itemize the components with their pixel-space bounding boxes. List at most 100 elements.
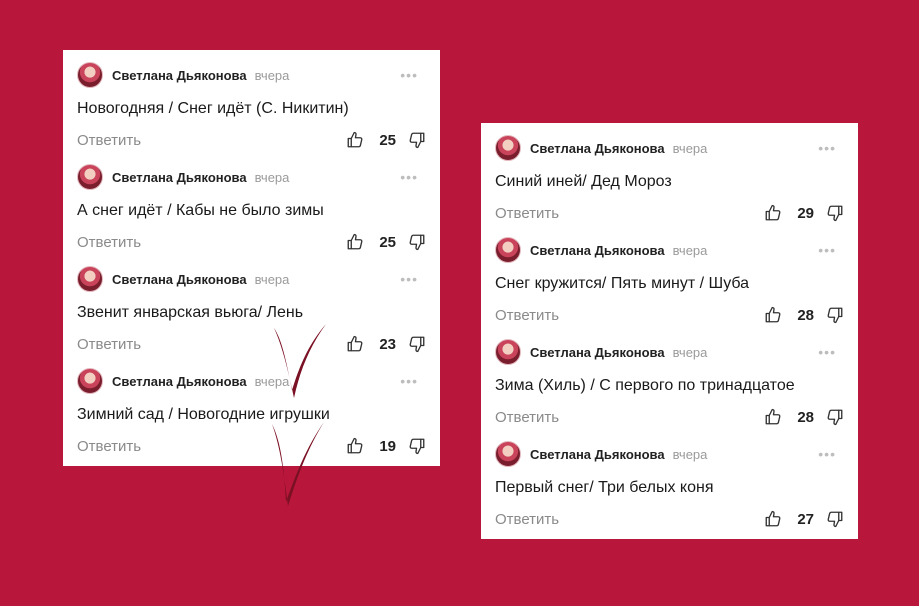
vote-controls: 28: [764, 408, 844, 426]
comment-footer: Ответить 23: [77, 332, 426, 356]
avatar[interactable]: [77, 266, 103, 292]
comment-footer: Ответить 28: [495, 405, 844, 429]
thumbs-down-icon[interactable]: [408, 335, 426, 353]
vote-controls: 28: [764, 306, 844, 324]
comment-author[interactable]: Светлана Дьяконова: [530, 141, 665, 156]
comment-author[interactable]: Светлана Дьяконова: [112, 374, 247, 389]
thumbs-up-icon[interactable]: [346, 437, 364, 455]
comment-time: вчера: [672, 344, 708, 360]
comment-time: вчера: [254, 169, 290, 185]
thumbs-up-icon[interactable]: [764, 510, 782, 528]
comment-time: вчера: [254, 373, 290, 389]
thumbs-up-icon[interactable]: [764, 408, 782, 426]
thumbs-down-icon[interactable]: [408, 131, 426, 149]
comment-item: Светлана Дьяконова вчера ••• Зимний сад / Н…: [77, 366, 426, 468]
comment-item: Светлана Дьяконова вчера ••• Снег кружится/…: [495, 235, 844, 337]
comment-text: Звенит январская вьюга/ Лень: [77, 304, 304, 321]
comment-header: Светлана Дьяконова вчера •••: [495, 337, 844, 367]
more-icon[interactable]: •••: [400, 271, 418, 287]
comment-footer: Ответить 29: [495, 201, 844, 225]
comment-text: Зимний сад / Новогодние игрушки: [77, 406, 330, 423]
comment-footer: Ответить 25: [77, 128, 426, 152]
more-icon[interactable]: •••: [400, 373, 418, 389]
comment-author[interactable]: Светлана Дьяконова: [530, 447, 665, 462]
avatar[interactable]: [495, 237, 521, 263]
vote-controls: 27: [764, 510, 844, 528]
comment-header: Светлана Дьяконова вчера •••: [77, 366, 426, 396]
more-icon[interactable]: •••: [400, 169, 418, 185]
vote-controls: 23: [346, 335, 426, 353]
thumbs-down-icon[interactable]: [826, 204, 844, 222]
thumbs-down-icon[interactable]: [826, 306, 844, 324]
vote-controls: 29: [764, 204, 844, 222]
comments-panel-left: Светлана Дьяконова вчера ••• Новогодняя / С…: [63, 50, 440, 466]
more-icon[interactable]: •••: [400, 67, 418, 83]
more-icon[interactable]: •••: [818, 446, 836, 462]
reply-button[interactable]: Ответить: [495, 205, 559, 222]
comment-footer: Ответить 27: [495, 507, 844, 531]
avatar[interactable]: [495, 441, 521, 467]
reply-button[interactable]: Ответить: [77, 234, 141, 251]
like-count: 29: [797, 204, 814, 222]
like-count: 23: [379, 335, 396, 353]
comment-item: Светлана Дьяконова вчера ••• Звенит январск…: [77, 264, 426, 366]
comment-text: Первый снег/ Три белых коня: [495, 479, 714, 496]
avatar[interactable]: [77, 62, 103, 88]
comment-text: Синий иней/ Дед Мороз: [495, 173, 672, 190]
more-icon[interactable]: •••: [818, 242, 836, 258]
like-count: 25: [379, 233, 396, 251]
thumbs-down-icon[interactable]: [408, 233, 426, 251]
comment-time: вчера: [254, 271, 290, 287]
comment-item: Светлана Дьяконова вчера ••• Синий иней/ Де…: [495, 133, 844, 235]
thumbs-up-icon[interactable]: [764, 306, 782, 324]
reply-button[interactable]: Ответить: [495, 511, 559, 528]
vote-controls: 19: [346, 437, 426, 455]
comment-header: Светлана Дьяконова вчера •••: [77, 162, 426, 192]
avatar[interactable]: [495, 339, 521, 365]
comment-item: Светлана Дьяконова вчера ••• Первый снег/ Т…: [495, 439, 844, 541]
comment-footer: Ответить 28: [495, 303, 844, 327]
reply-button[interactable]: Ответить: [495, 409, 559, 426]
comment-header: Светлана Дьяконова вчера •••: [77, 60, 426, 90]
like-count: 19: [379, 437, 396, 455]
thumbs-down-icon[interactable]: [826, 408, 844, 426]
comment-footer: Ответить 19: [77, 434, 426, 458]
like-count: 28: [797, 306, 814, 324]
thumbs-down-icon[interactable]: [408, 437, 426, 455]
thumbs-up-icon[interactable]: [764, 204, 782, 222]
comment-header: Светлана Дьяконова вчера •••: [495, 133, 844, 163]
like-count: 27: [797, 510, 814, 528]
comment-time: вчера: [254, 67, 290, 83]
more-icon[interactable]: •••: [818, 140, 836, 156]
comment-text: А снег идёт / Кабы не было зимы: [77, 202, 324, 219]
comment-time: вчера: [672, 242, 708, 258]
more-icon[interactable]: •••: [818, 344, 836, 360]
like-count: 25: [379, 131, 396, 149]
comment-author[interactable]: Светлана Дьяконова: [112, 272, 247, 287]
thumbs-up-icon[interactable]: [346, 233, 364, 251]
reply-button[interactable]: Ответить: [77, 336, 141, 353]
comment-header: Светлана Дьяконова вчера •••: [495, 235, 844, 265]
thumbs-down-icon[interactable]: [826, 510, 844, 528]
reply-button[interactable]: Ответить: [495, 307, 559, 324]
comment-item: Светлана Дьяконова вчера ••• Новогодняя / С…: [77, 60, 426, 162]
comment-text: Снег кружится/ Пять минут / Шуба: [495, 275, 750, 292]
comment-author[interactable]: Светлана Дьяконова: [530, 345, 665, 360]
avatar[interactable]: [77, 368, 103, 394]
comment-text: Зима (Хиль) / С первого по тринадцатое: [495, 377, 795, 394]
reply-button[interactable]: Ответить: [77, 132, 141, 149]
comment-header: Светлана Дьяконова вчера •••: [77, 264, 426, 294]
reply-button[interactable]: Ответить: [77, 438, 141, 455]
comment-header: Светлана Дьяконова вчера •••: [495, 439, 844, 469]
vote-controls: 25: [346, 131, 426, 149]
thumbs-up-icon[interactable]: [346, 131, 364, 149]
comment-author[interactable]: Светлана Дьяконова: [530, 243, 665, 258]
thumbs-up-icon[interactable]: [346, 335, 364, 353]
avatar[interactable]: [77, 164, 103, 190]
comments-panel-right: Светлана Дьяконова вчера ••• Синий иней/ Де…: [481, 123, 858, 539]
comment-author[interactable]: Светлана Дьяконова: [112, 170, 247, 185]
comment-author[interactable]: Светлана Дьяконова: [112, 68, 247, 83]
avatar[interactable]: [495, 135, 521, 161]
like-count: 28: [797, 408, 814, 426]
comment-time: вчера: [672, 140, 708, 156]
